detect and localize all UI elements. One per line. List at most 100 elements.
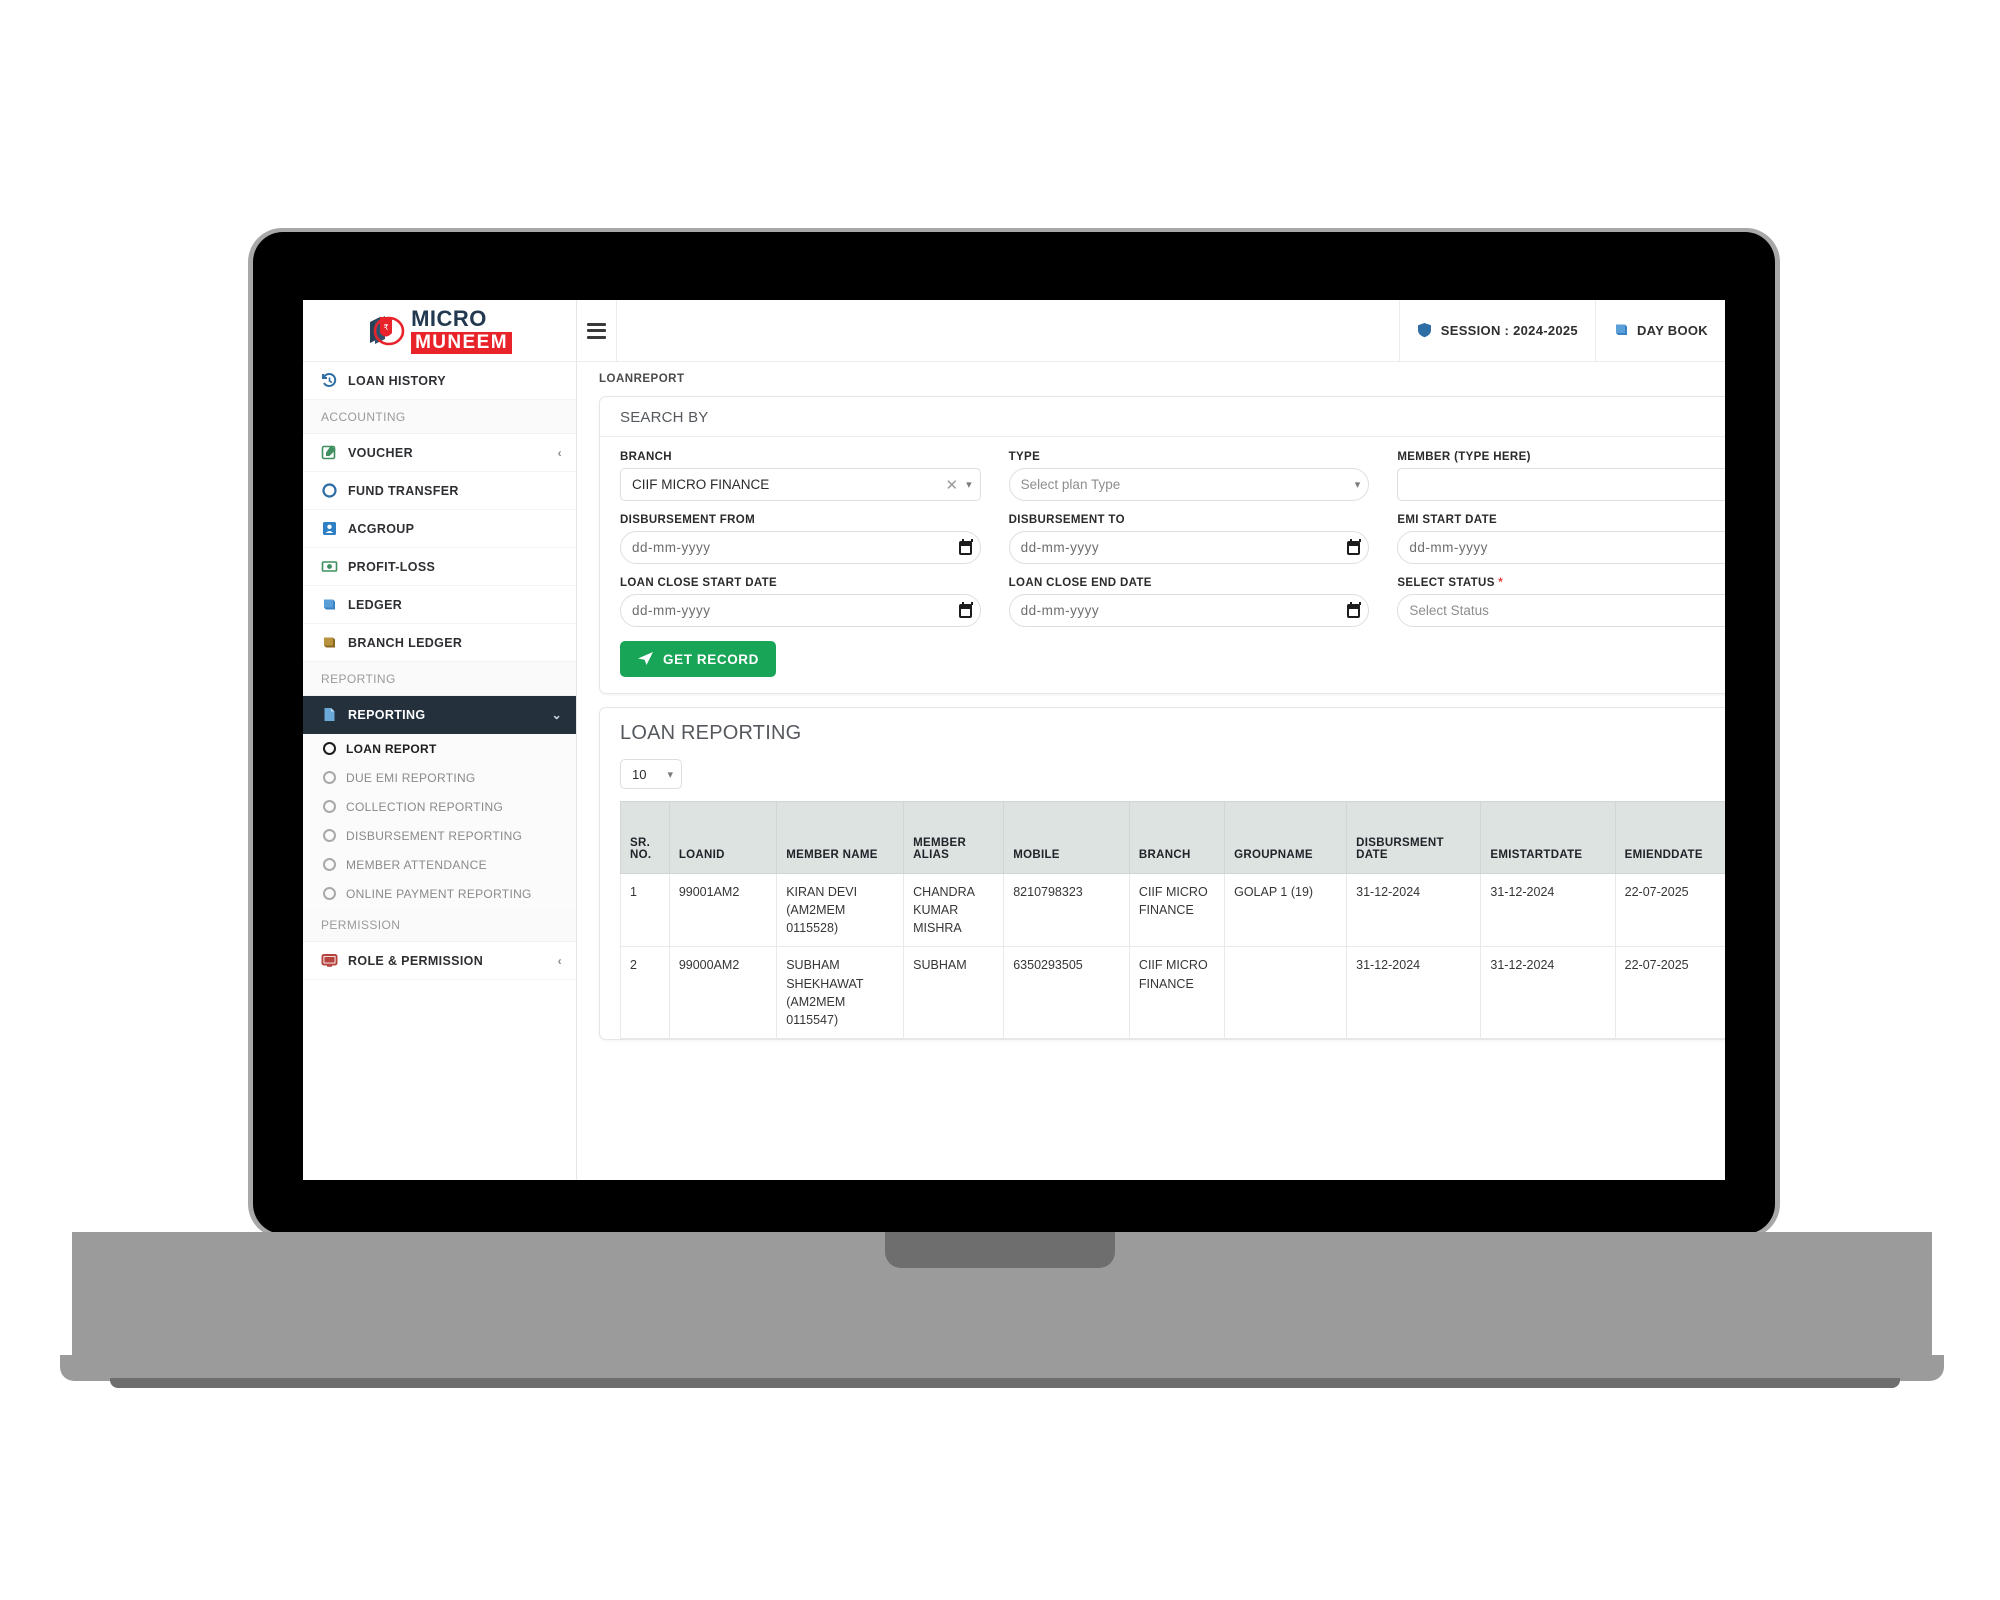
field-select-status: SELECT STATUS * Select Status ▾ <box>1397 577 1725 627</box>
calendar-icon[interactable] <box>1347 538 1362 555</box>
emi-start-date-label: EMI START DATE <box>1397 514 1497 526</box>
chevron-down-icon: ▾ <box>966 479 972 491</box>
search-form-grid: BRANCH CIIF MICRO FINANCE ✕ ▾ TYPE Selec… <box>620 451 1725 632</box>
breadcrumb: LOANREPORT <box>577 362 1725 396</box>
page-content: SEARCH BY BRANCH CIIF MICRO FINANCE ✕ ▾ <box>577 396 1725 1180</box>
chevron-down-icon: ⌄ <box>551 707 562 722</box>
sidebar-subitem-online-payment-reporting[interactable]: ONLINE PAYMENT REPORTING <box>303 879 576 908</box>
column-header-sr-no[interactable]: SR. NO. <box>620 801 670 874</box>
circle-icon <box>321 482 338 499</box>
branch-select[interactable]: CIIF MICRO FINANCE ✕ ▾ <box>620 468 981 501</box>
disbursement-to-label: DISBURSEMENT TO <box>1008 514 1125 526</box>
loan-close-end-value: dd-mm-yyyy <box>1020 603 1100 618</box>
sidebar-item-ledger[interactable]: LEDGER <box>303 586 576 624</box>
field-loan-close-end-date: LOAN CLOSE END DATE dd-mm-yyyy <box>1008 577 1370 627</box>
sidebar-subitem-due-emi-reporting[interactable]: DUE EMI REPORTING <box>303 763 576 792</box>
cell-emistartdate: 31-12-2024 <box>1480 872 1616 948</box>
loan-close-end-date-input[interactable]: dd-mm-yyyy <box>1008 594 1370 627</box>
sidebar-item-fund-transfer[interactable]: FUND TRANSFER <box>303 472 576 510</box>
column-header-member-name[interactable]: MEMBER NAME <box>776 801 905 874</box>
get-record-button[interactable]: GET RECORD <box>620 641 777 677</box>
clear-icon[interactable]: ✕ <box>1723 476 1725 494</box>
branch-label: BRANCH <box>620 451 672 463</box>
table-row[interactable]: 2 99000AM2 SUBHAM SHEKHAWAT (AM2MEM 0115… <box>620 946 1725 1039</box>
cell-member-alias: CHANDRA KUMAR MISHRA <box>903 872 1005 948</box>
column-header-loanid[interactable]: LOANID <box>668 801 778 874</box>
field-member: MEMBER (TYPE HERE) ✕ ▾ <box>1397 451 1725 501</box>
column-header-member-alias[interactable]: MEMBER ALIAS <box>903 801 1005 874</box>
column-header-groupname[interactable]: GROUPNAME <box>1224 801 1348 874</box>
cell-loanid: 99001AM2 <box>668 872 778 948</box>
monitor-icon <box>321 952 338 969</box>
menu-toggle-button[interactable] <box>577 300 617 361</box>
disbursement-from-label: DISBURSEMENT FROM <box>620 514 756 526</box>
sidebar-subitem-disbursement-reporting[interactable]: DISBURSEMENT REPORTING <box>303 821 576 850</box>
sidebar-subitem-loan-report[interactable]: LOAN REPORT <box>303 734 576 763</box>
column-header-emienddate[interactable]: EMIENDDATE <box>1614 801 1725 874</box>
sidebar-section-reporting: REPORTING <box>303 662 576 696</box>
sidebar-item-label: REPORTING <box>348 707 426 722</box>
calendar-icon[interactable] <box>1347 601 1362 618</box>
cell-groupname <box>1224 946 1348 1039</box>
cell-sr-no: 2 <box>620 946 670 1039</box>
member-input[interactable]: ✕ ▾ <box>1397 468 1725 501</box>
history-icon <box>321 372 338 389</box>
top-bar: SESSION : 2024-2025 DAY BOOK <box>577 300 1725 362</box>
field-emi-start-date: EMI START DATE dd-mm-yyyy <box>1397 514 1725 564</box>
calendar-icon[interactable] <box>958 601 973 618</box>
cell-disbursement-date: 31-12-2024 <box>1346 872 1482 948</box>
sidebar-item-loan-history[interactable]: LOAN HISTORY <box>303 362 576 400</box>
search-card-body: BRANCH CIIF MICRO FINANCE ✕ ▾ TYPE Selec… <box>600 437 1725 693</box>
emi-start-date-input[interactable]: dd-mm-yyyy <box>1397 531 1725 564</box>
sidebar-subitem-collection-reporting[interactable]: COLLECTION REPORTING <box>303 792 576 821</box>
sidebar-item-reporting[interactable]: REPORTING ⌄ <box>303 696 576 734</box>
loan-close-start-label: LOAN CLOSE START DATE <box>620 577 778 589</box>
sidebar-item-voucher[interactable]: VOUCHER ‹ <box>303 434 576 472</box>
voucher-edit-icon <box>321 444 338 461</box>
loan-close-end-label: LOAN CLOSE END DATE <box>1008 577 1152 589</box>
sidebar-subitem-member-attendance[interactable]: MEMBER ATTENDANCE <box>303 850 576 879</box>
sidebar-item-branch-ledger[interactable]: BRANCH LEDGER <box>303 624 576 662</box>
sidebar-item-profit-loss[interactable]: PROFIT-LOSS <box>303 548 576 586</box>
cell-sr-no: 1 <box>620 872 670 948</box>
select-status-dropdown[interactable]: Select Status ▾ <box>1397 594 1725 627</box>
branch-ledger-book-icon <box>321 634 338 651</box>
sidebar-item-label: LEDGER <box>348 597 403 612</box>
circle-icon <box>323 771 336 784</box>
emi-start-date-value: dd-mm-yyyy <box>1409 540 1488 555</box>
cell-branch: CIIF MICRO FINANCE <box>1128 946 1226 1039</box>
logo[interactable]: ₹ MICRO MUNEEM <box>367 307 512 354</box>
report-title: LOAN REPORTING <box>620 722 802 744</box>
sidebar-item-role-and-permission[interactable]: ROLE & PERMISSION ‹ <box>303 942 576 980</box>
loan-close-start-date-input[interactable]: dd-mm-yyyy <box>620 594 981 627</box>
plan-type-select[interactable]: Select plan Type ▾ <box>1008 468 1370 501</box>
cell-member-name: KIRAN DEVI (AM2MEM 0115528) <box>776 872 905 948</box>
session-indicator[interactable]: SESSION : 2024-2025 <box>1398 300 1595 361</box>
loan-report-table: SR. NO. LOANID MEMBER NAME MEMBER ALIAS … <box>620 801 1725 1039</box>
page-length-select[interactable]: 10 ▾ <box>620 759 682 789</box>
table-row[interactable]: 1 99001AM2 KIRAN DEVI (AM2MEM 0115528) C… <box>620 872 1725 948</box>
sidebar-item-label: PROFIT-LOSS <box>348 559 436 574</box>
laptop-base-underline <box>110 1378 1900 1388</box>
disbursement-to-date-input[interactable]: dd-mm-yyyy <box>1008 531 1370 564</box>
circle-icon <box>323 858 336 871</box>
column-header-mobile[interactable]: MOBILE <box>1003 801 1130 874</box>
shield-icon <box>1417 322 1434 339</box>
sidebar-item-label: ROLE & PERMISSION <box>348 953 484 968</box>
column-header-branch[interactable]: BRANCH <box>1128 801 1226 874</box>
table-header-row: SR. NO. LOANID MEMBER NAME MEMBER ALIAS … <box>620 801 1725 874</box>
sidebar-item-acgroup[interactable]: ACGROUP <box>303 510 576 548</box>
chevron-down-icon: ▾ <box>1354 479 1361 491</box>
column-header-emistartdate[interactable]: EMISTARTDATE <box>1480 801 1616 874</box>
cell-mobile: 8210798323 <box>1003 872 1130 948</box>
calendar-icon[interactable] <box>958 538 973 555</box>
sidebar-item-label: VOUCHER <box>348 445 413 460</box>
clear-icon[interactable]: ✕ <box>946 476 959 494</box>
day-book-button[interactable]: DAY BOOK <box>1594 300 1725 361</box>
column-header-disbursment-date[interactable]: DISBURSMENT DATE <box>1346 801 1482 874</box>
cell-emienddate: 22-07-2025 <box>1614 872 1725 948</box>
disbursement-from-date-input[interactable]: dd-mm-yyyy <box>620 531 981 564</box>
cell-emienddate: 22-07-2025 <box>1614 946 1725 1039</box>
hamburger-icon <box>587 322 606 339</box>
application-window: ₹ MICRO MUNEEM LOAN HISTORY ACCOUNTING V… <box>303 300 1725 1180</box>
